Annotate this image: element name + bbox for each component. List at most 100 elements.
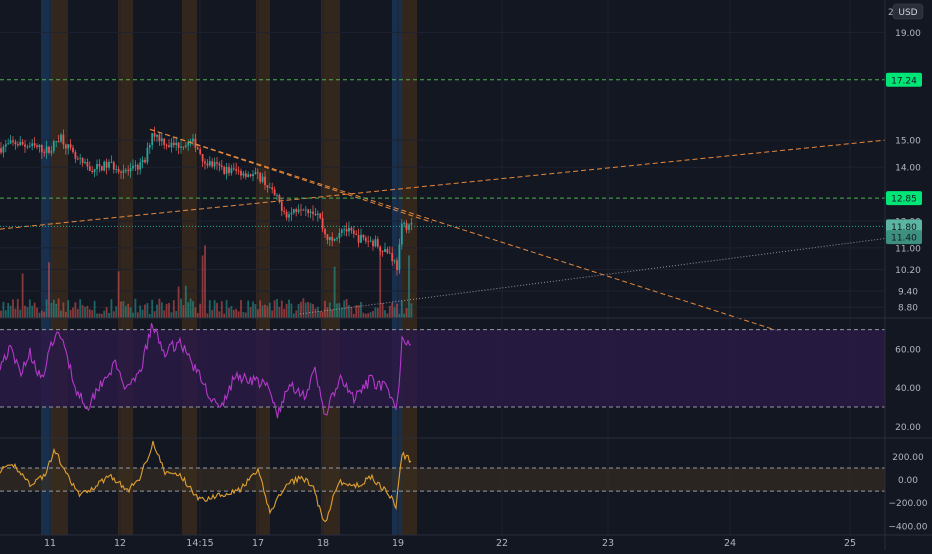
volume-bar <box>391 302 394 318</box>
candle-body <box>367 241 370 243</box>
volume-bar <box>388 305 391 318</box>
candle-body <box>19 141 22 146</box>
volume-bar <box>172 300 175 318</box>
candle-body <box>194 138 197 148</box>
volume-bar <box>225 300 228 318</box>
candle-body <box>146 147 149 163</box>
candle-body <box>9 140 12 144</box>
volume-bar <box>384 310 386 318</box>
candle-body <box>31 143 34 146</box>
volume-bar <box>321 311 324 318</box>
volume-bar <box>338 303 341 318</box>
volume-bar <box>276 298 278 318</box>
candle-body <box>52 141 55 152</box>
candle-body <box>69 144 72 148</box>
candle-body <box>38 144 41 148</box>
candle-body <box>292 209 295 213</box>
secondary-price-label: 11.40 <box>891 234 917 244</box>
time-tick-0: 11 <box>44 538 56 549</box>
candle-body <box>144 159 146 163</box>
volume-bar <box>180 298 182 318</box>
price-tick-0: 19.00 <box>895 29 921 39</box>
volume-bar <box>288 299 290 318</box>
volume-bar <box>204 245 206 318</box>
candle-body <box>362 234 365 238</box>
candle-body <box>326 234 329 240</box>
candle-body <box>110 162 113 163</box>
volume-bar <box>235 308 238 318</box>
volume-bar <box>403 313 406 318</box>
candle-body <box>139 162 142 170</box>
candle-body <box>141 159 144 163</box>
volume-bar <box>84 306 86 318</box>
price-tick-1: 15.00 <box>895 137 921 147</box>
candle-body <box>307 209 310 214</box>
cci-band-fill <box>0 468 885 492</box>
volume-bar <box>343 300 346 318</box>
volume-bar <box>124 306 127 318</box>
candle-body <box>120 171 122 173</box>
candle-body <box>266 185 269 188</box>
candle-body <box>2 146 5 153</box>
volume-bar <box>163 310 166 318</box>
candle-body <box>276 195 278 196</box>
volume-bar <box>194 307 197 318</box>
volume-bar <box>4 310 7 318</box>
candle-body <box>62 134 65 145</box>
volume-bar <box>340 307 343 318</box>
price-chart[interactable]: 219.0015.0014.0012.0011.0010.209.408.806… <box>0 0 932 550</box>
volume-bar <box>290 303 293 318</box>
rsi-tick-0: 60.00 <box>895 345 921 355</box>
volume-bar <box>398 313 401 318</box>
candle-body <box>91 170 94 172</box>
candle-body <box>127 170 130 172</box>
candle-body <box>40 144 43 153</box>
volume-bar <box>141 309 144 318</box>
candle-body <box>297 209 300 212</box>
candle-body <box>304 209 307 211</box>
volume-bar <box>283 308 286 318</box>
volume-bar <box>67 300 70 318</box>
volume-bar <box>297 304 300 318</box>
cci-tick-0: 200.00 <box>892 453 924 463</box>
candle-body <box>357 235 360 243</box>
volume-bar <box>237 311 240 318</box>
candle-body <box>50 151 53 153</box>
time-tick-3: 17 <box>252 538 264 549</box>
level-label-0: 17.24 <box>891 76 917 86</box>
candle-body <box>204 161 206 164</box>
rsi-pane[interactable] <box>0 322 885 419</box>
currency-label: USD <box>898 8 917 18</box>
candle-body <box>338 232 341 239</box>
candle-body <box>187 142 190 146</box>
volume-bar <box>220 301 223 318</box>
volume-bar <box>372 311 374 318</box>
volume-bar <box>38 312 41 318</box>
candle-body <box>333 238 336 241</box>
volume-bar <box>348 304 350 318</box>
volume-bar <box>69 310 72 318</box>
volume-bar <box>28 299 31 318</box>
candle-body <box>84 161 86 164</box>
volume-bar <box>213 300 216 318</box>
candle-body <box>115 169 118 170</box>
candle-body <box>96 164 98 170</box>
currency-badge[interactable]: USD <box>892 3 924 20</box>
candle-body <box>336 238 338 239</box>
candle-body <box>314 213 317 215</box>
volume-bar <box>223 313 226 318</box>
candle-body <box>264 176 266 186</box>
volume-bar <box>88 309 91 318</box>
volume-bar <box>132 312 134 318</box>
volume-bar <box>304 302 307 318</box>
volume-bar <box>40 310 43 318</box>
candle-body <box>213 162 216 167</box>
volume-bar <box>122 301 125 318</box>
candle-body <box>316 213 319 215</box>
volume-bar <box>268 302 271 318</box>
volume-bar <box>31 305 34 318</box>
candle-body <box>312 211 314 214</box>
candle-body <box>295 209 298 212</box>
candle-body <box>64 144 67 149</box>
candle-body <box>211 161 214 167</box>
